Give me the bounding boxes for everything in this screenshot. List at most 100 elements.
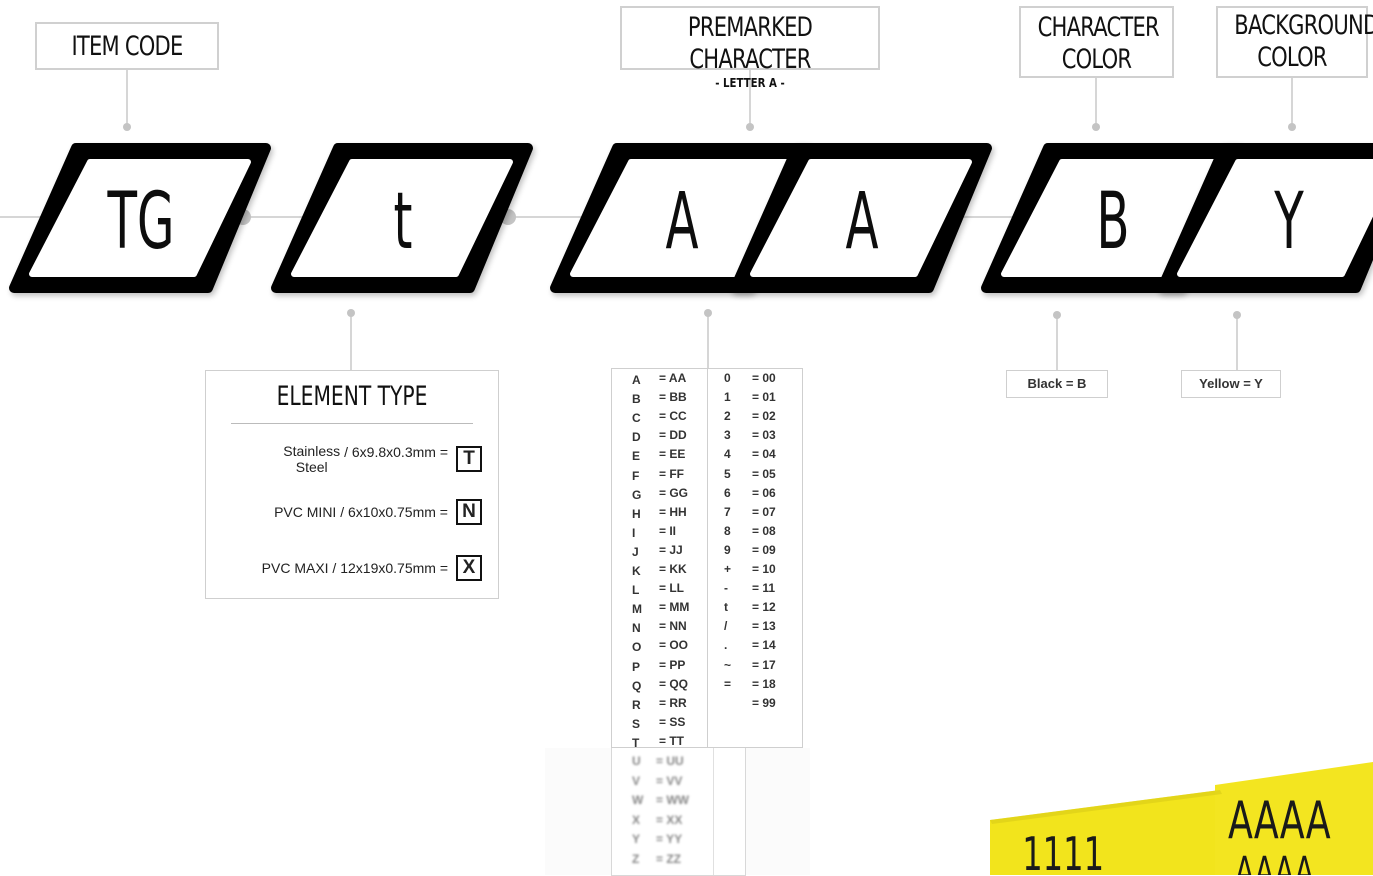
tile-code-char-a-2: A — [845, 177, 878, 267]
character-color-value: Black = B — [1006, 370, 1108, 398]
table-letter-code-E: = EE — [659, 447, 686, 462]
pvc-maxi-label: PVC MAXI / 12x19x0.75mm = — [261, 560, 448, 576]
element-type-divider — [231, 423, 473, 424]
table-letter-C: C — [632, 411, 641, 426]
table-symbol-code-15: = 17 — [752, 657, 776, 672]
faded-letter-X: X — [632, 812, 641, 827]
code-tile-item-code: TG — [9, 143, 271, 293]
table-symbol-code-6: = 06 — [752, 485, 776, 500]
table-symbol-code-2: = 02 — [752, 409, 776, 424]
faded-table-area: U = UU V = VV W = WW X = XX Y = YY Z = ZZ — [545, 748, 810, 876]
table-symbol-code-17: = 99 — [752, 695, 776, 710]
table-symbol-11: - — [724, 581, 728, 596]
table-letter-K: K — [632, 564, 641, 578]
background-color-value: Yellow = Y — [1181, 370, 1281, 398]
table-letter-code-S: = SS — [659, 714, 686, 729]
faded-letter-Z: Z — [632, 851, 640, 866]
premarked-character-subtitle: - LETTER A - — [715, 76, 785, 90]
faded-letter-code-Y: = YY — [656, 832, 683, 846]
faded-letter-V: V — [632, 773, 641, 788]
premarked-character-title: PREMARKED CHARACTER — [687, 12, 813, 75]
code-N-badge: N — [456, 499, 482, 525]
table-letter-B: B — [632, 392, 641, 407]
table-symbol-14: . — [724, 638, 728, 653]
table-letter-code-J: = JJ — [659, 542, 683, 557]
table-letter-J: J — [632, 544, 639, 559]
tile-code-char-color: B — [1096, 177, 1129, 267]
table-symbol-2: 2 — [724, 409, 731, 424]
stainless-line1: Stainless — [283, 443, 341, 459]
table-letter-code-F: = FF — [659, 466, 685, 481]
background-color-text: Yellow = Y — [1199, 376, 1263, 391]
element-type-row-stainless: Stainless Steel / 6x9.8x0.3mm = T — [283, 443, 482, 475]
table-symbol-code-5: = 05 — [752, 466, 776, 481]
table-letter-code-M: = MM — [659, 600, 690, 615]
table-letter-F: F — [632, 468, 640, 483]
table-symbol-15: ~ — [724, 657, 732, 672]
character-color-callout: CHARACTER COLOR — [1019, 6, 1174, 78]
yellow-marker-photo: 1111 AAAA AAAA — [990, 762, 1373, 875]
table-symbol-code-16: = 18 — [752, 676, 776, 691]
table-symbol-0: 0 — [724, 371, 731, 385]
table-symbol-6: 6 — [724, 485, 731, 500]
table-symbol-1: 1 — [724, 390, 731, 405]
faded-letter-code-U: = UU — [656, 754, 684, 768]
table-letter-H: H — [632, 506, 641, 521]
table-symbol-4: 4 — [724, 447, 731, 462]
faded-table: U = UU V = VV W = WW X = XX Y = YY Z = ZZ — [611, 748, 746, 876]
table-letter-code-D: = DD — [659, 428, 687, 443]
code-tile-element-type: t — [271, 143, 533, 293]
table-letter-code-R: = RR — [659, 695, 687, 710]
table-letter-L: L — [632, 583, 640, 598]
premarked-character-callout: PREMARKED CHARACTER - LETTER A - — [620, 6, 880, 90]
stainless-label: Stainless Steel — [283, 443, 340, 475]
code-T-badge: T — [456, 446, 482, 472]
photo-letters-2: AAAA — [1235, 849, 1314, 875]
code-X-badge: X — [456, 555, 482, 581]
element-type-row-pvc-mini: PVC MINI / 6x10x0.75mm = N — [274, 499, 482, 525]
element-type-row-pvc-maxi: PVC MAXI / 12x19x0.75mm = X — [262, 555, 482, 581]
table-symbol-8: 8 — [724, 523, 731, 538]
table-symbol-13: / — [724, 619, 728, 634]
table-letter-I: I — [632, 525, 636, 540]
table-letter-code-H: = HH — [659, 504, 687, 519]
faded-letter-Y: Y — [632, 832, 641, 846]
tile-code-char-a-1: A — [665, 177, 698, 267]
background-color-label-2: COLOR — [1257, 42, 1327, 73]
table-symbol-code-14: = 14 — [752, 638, 776, 653]
table-letter-code-C: = CC — [659, 409, 687, 424]
tile-code-element-type: t — [394, 177, 413, 267]
table-letter-O: O — [632, 640, 642, 655]
faded-letter-code-Z: = ZZ — [656, 851, 682, 866]
table-letter-code-T: = TT — [659, 733, 685, 748]
table-letter-code-I: = II — [659, 523, 677, 538]
table-symbol-code-0: = 00 — [752, 371, 776, 385]
table-symbol-code-9: = 09 — [752, 542, 776, 557]
table-letter-E: E — [632, 449, 641, 464]
element-type-title: ELEMENT TYPE — [276, 381, 428, 412]
element-type-box: ELEMENT TYPE Stainless Steel / 6x9.8x0.3… — [205, 370, 499, 599]
table-symbol-code-3: = 03 — [752, 428, 776, 443]
faded-letter-U: U — [632, 754, 641, 768]
table-letter-code-A: = AA — [659, 371, 687, 385]
table-symbol-code-7: = 07 — [752, 504, 776, 519]
table-symbol-10: + — [724, 562, 732, 576]
table-letter-A: A — [632, 373, 641, 387]
table-symbol-code-10: = 10 — [752, 562, 776, 576]
table-letter-P: P — [632, 659, 641, 674]
faded-letter-code-X: = XX — [656, 812, 683, 827]
table-symbol-code-12: = 12 — [752, 600, 776, 615]
table-letter-N: N — [632, 621, 641, 636]
faded-letter-W: W — [632, 793, 644, 807]
tile-code-bg-color: Y — [1273, 177, 1304, 267]
character-color-label-1: CHARACTER — [1037, 12, 1160, 43]
table-symbol-code-8: = 08 — [752, 523, 776, 538]
table-symbol-5: 5 — [724, 466, 731, 481]
table-letter-code-K: = KK — [659, 562, 687, 576]
item-code-label: ITEM CODE — [71, 31, 183, 62]
faded-letter-code-W: = WW — [656, 793, 689, 807]
table-letter-M: M — [632, 602, 642, 617]
background-color-label-1: BACKGROUND — [1234, 10, 1373, 41]
table-symbol-7: 7 — [724, 504, 731, 519]
table-symbol-code-1: = 01 — [752, 390, 776, 405]
